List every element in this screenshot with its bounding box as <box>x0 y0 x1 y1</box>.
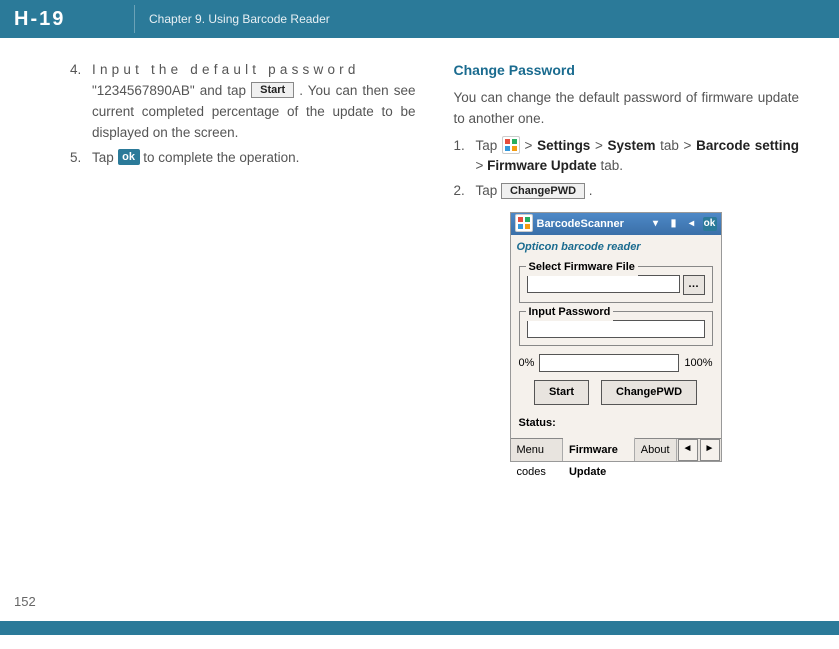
system-text: System <box>607 138 655 153</box>
input-password-fieldset: Input Password <box>519 311 713 346</box>
speaker-icon: ◂ <box>685 217 699 231</box>
step-2-number: 2. <box>454 181 476 202</box>
device-changepwd-button[interactable]: ChangePWD <box>601 380 697 405</box>
changepwd-button[interactable]: ChangePWD <box>501 183 585 199</box>
start-button[interactable]: Start <box>251 82 294 98</box>
right-column: Change Password You can change the defau… <box>454 60 800 462</box>
step-5-b: to complete the operation. <box>143 150 299 165</box>
tab-word: tab > <box>660 138 696 153</box>
left-column: 4. Input the default password "123456789… <box>70 60 416 462</box>
progress-row: 0% 100% <box>519 354 713 372</box>
device-tab-bar: Menu codes Firmware Update About ◄ ► <box>511 438 721 461</box>
step-4-line2a: "1234567890AB" and tap <box>92 83 251 98</box>
barcode-setting-text: Barcode setting <box>696 138 799 153</box>
step-4: 4. Input the default password "123456789… <box>70 60 416 144</box>
change-password-title: Change Password <box>454 60 800 82</box>
step-5-a: Tap <box>92 150 118 165</box>
step-2: 2. Tap ChangePWD . <box>454 181 800 202</box>
windows-start-icon[interactable] <box>502 136 520 154</box>
tab-tail: tab. <box>600 158 623 173</box>
device-start-button[interactable]: Start <box>534 380 589 405</box>
tab-menu-codes[interactable]: Menu codes <box>511 439 563 461</box>
step-4-body: Input the default password "1234567890AB… <box>92 60 416 144</box>
step-4-line1: Input the default password <box>92 62 360 77</box>
progress-0: 0% <box>519 355 535 372</box>
device-screenshot: BarcodeScanner ▾ ▮ ◂ ok Opticon barcode … <box>510 212 722 462</box>
logo: H-19 <box>0 8 134 31</box>
device-button-row: Start ChangePWD <box>519 380 713 405</box>
status-label: Status: <box>519 415 713 432</box>
header-divider <box>134 5 135 33</box>
tab-arrow-left[interactable]: ◄ <box>678 439 698 461</box>
step-4-number: 4. <box>70 60 92 144</box>
settings-text: Settings <box>537 138 590 153</box>
device-subtitle: Opticon barcode reader <box>511 235 721 260</box>
input-password-legend: Input Password <box>526 304 614 321</box>
header-bar: H-19 Chapter 9. Using Barcode Reader <box>0 0 839 38</box>
device-body: Select Firmware File … Input Password 0%… <box>511 260 721 438</box>
device-titlebar-icons: ▾ ▮ ◂ ok <box>649 217 717 231</box>
step-2-b: . <box>589 183 593 198</box>
step-1-body: Tap > Settings > System tab > Barcode se… <box>476 136 800 178</box>
step-5: 5. Tap ok to complete the operation. <box>70 148 416 169</box>
device-titlebar: BarcodeScanner ▾ ▮ ◂ ok <box>511 213 721 235</box>
progress-bar <box>539 354 679 372</box>
windows-flag-icon[interactable] <box>515 214 533 232</box>
device-title-text: BarcodeScanner <box>537 216 624 233</box>
select-firmware-fieldset: Select Firmware File … <box>519 266 713 303</box>
footer-bar <box>0 621 839 635</box>
firmware-update-text: Firmware Update <box>487 158 597 173</box>
network-icon: ▮ <box>667 217 681 231</box>
tab-about[interactable]: About <box>635 439 677 461</box>
gt1: > <box>525 138 538 153</box>
step-2-a: Tap <box>476 183 502 198</box>
close-icon[interactable]: ok <box>703 217 717 231</box>
chapter-title: Chapter 9. Using Barcode Reader <box>149 12 330 26</box>
page-number: 152 <box>14 594 36 609</box>
step-1-number: 1. <box>454 136 476 178</box>
tab-firmware-update[interactable]: Firmware Update <box>563 437 635 461</box>
main-content: 4. Input the default password "123456789… <box>0 38 839 462</box>
step-1: 1. Tap > Settings > System tab > Barcode… <box>454 136 800 178</box>
ok-button[interactable]: ok <box>118 149 140 165</box>
gt3: > <box>476 158 488 173</box>
step-5-body: Tap ok to complete the operation. <box>92 148 416 169</box>
step-1-a: Tap <box>476 138 502 153</box>
step-2-body: Tap ChangePWD . <box>476 181 800 202</box>
tab-arrow-right[interactable]: ► <box>700 439 720 461</box>
progress-100: 100% <box>684 355 712 372</box>
password-input[interactable] <box>527 320 705 338</box>
select-firmware-legend: Select Firmware File <box>526 259 638 276</box>
gt2: > <box>595 138 608 153</box>
tab-arrows: ◄ ► <box>677 438 721 462</box>
firmware-file-input[interactable] <box>527 275 680 293</box>
browse-button[interactable]: … <box>683 275 705 295</box>
signal-icon: ▾ <box>649 217 663 231</box>
change-password-intro: You can change the default password of f… <box>454 88 800 130</box>
step-5-number: 5. <box>70 148 92 169</box>
